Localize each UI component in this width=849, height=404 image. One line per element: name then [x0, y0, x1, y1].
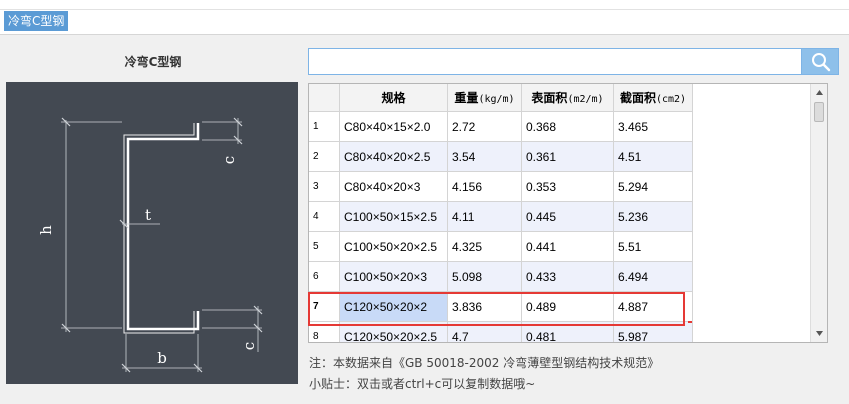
cell-weight[interactable]: 4.11 [448, 202, 522, 232]
row-number: 3 [309, 172, 340, 202]
header-weight-label: 重量 [454, 91, 479, 105]
cell-spec[interactable]: C100×50×15×2.5 [340, 202, 448, 232]
cell-spec[interactable]: C80×40×15×2.0 [340, 112, 448, 142]
cell-section[interactable]: 5.51 [614, 232, 693, 262]
cell-section[interactable]: 5.236 [614, 202, 693, 232]
cell-surface[interactable]: 0.445 [522, 202, 614, 232]
search-bar [308, 48, 839, 75]
label-c-bottom: c [240, 342, 258, 350]
cell-weight[interactable]: 4.156 [448, 172, 522, 202]
table-header: 规格 重量(kg/m) 表面积(m2/m) 截面积(cm2) [309, 84, 693, 114]
label-c-top: c [220, 156, 238, 164]
row-number: 6 [309, 262, 340, 292]
tab-cold-bent-c-steel[interactable]: 冷弯C型钢 [4, 11, 69, 31]
row-number: 5 [309, 232, 340, 262]
cell-weight[interactable]: 3.54 [448, 142, 522, 172]
cell-surface[interactable]: 0.368 [522, 112, 614, 142]
row-number: 2 [309, 142, 340, 172]
search-button[interactable] [801, 48, 839, 75]
cell-weight[interactable]: 2.72 [448, 112, 522, 142]
cell-spec[interactable]: C100×50×20×2.5 [340, 232, 448, 262]
highlight-marker [688, 321, 692, 323]
cell-surface[interactable]: 0.441 [522, 232, 614, 262]
table-row[interactable]: 2 C80×40×20×2.5 3.54 0.361 4.51 [309, 142, 693, 172]
c-profile-inner [123, 123, 195, 334]
table-row[interactable]: 4 C100×50×15×2.5 4.11 0.445 5.236 [309, 202, 693, 232]
tab-divider [0, 9, 849, 10]
header-surface-label: 表面积 [531, 91, 568, 105]
header-weight[interactable]: 重量(kg/m) [448, 84, 522, 112]
table-row[interactable]: 6 C100×50×20×3 5.098 0.433 6.494 [309, 262, 693, 292]
cell-surface[interactable]: 0.353 [522, 172, 614, 202]
row-number: 1 [309, 112, 340, 142]
cell-spec[interactable]: C100×50×20×3 [340, 262, 448, 292]
top-bar: 冷弯C型钢 [0, 0, 849, 35]
label-t: t [145, 206, 151, 224]
label-h: h [37, 225, 55, 235]
copy-tip: 小贴士：双击或者ctrl+c可以复制数据哦~ [309, 377, 536, 391]
header-section-label: 截面积 [619, 91, 656, 105]
data-source-note: 注：本数据来自《GB 50018-2002 冷弯薄壁型钢结构技术规范》 [309, 356, 660, 370]
row-number: 4 [309, 202, 340, 232]
cell-weight[interactable]: 4.325 [448, 232, 522, 262]
cell-spec[interactable]: C80×40×20×2.5 [340, 142, 448, 172]
cell-section[interactable]: 5.294 [614, 172, 693, 202]
scroll-up-icon[interactable] [811, 84, 828, 101]
c-profile-outline [126, 123, 200, 331]
vertical-scrollbar[interactable] [810, 84, 827, 342]
table-row[interactable]: 3 C80×40×20×3 4.156 0.353 5.294 [309, 172, 693, 202]
cell-section[interactable]: 3.465 [614, 112, 693, 142]
cell-weight[interactable]: 5.098 [448, 262, 522, 292]
table-row[interactable]: 1 C80×40×15×2.0 2.72 0.368 3.465 [309, 112, 693, 142]
cell-surface[interactable]: 0.361 [522, 142, 614, 172]
section-title: 冷弯C型钢 [124, 55, 182, 69]
search-icon [812, 53, 831, 72]
header-spec[interactable]: 规格 [340, 84, 448, 112]
cell-section[interactable]: 4.51 [614, 142, 693, 172]
header-weight-unit: (kg/m) [478, 94, 515, 105]
cell-spec[interactable]: C80×40×20×3 [340, 172, 448, 202]
header-surface-unit: (m2/m) [567, 94, 604, 105]
header-section[interactable]: 截面积(cm2) [614, 84, 693, 112]
selected-row-highlight [308, 292, 685, 326]
header-section-unit: (cm2) [655, 94, 687, 105]
scroll-thumb[interactable] [814, 102, 824, 122]
search-input[interactable] [308, 48, 802, 75]
header-surface[interactable]: 表面积(m2/m) [522, 84, 614, 112]
cell-section[interactable]: 6.494 [614, 262, 693, 292]
label-b: b [157, 349, 167, 367]
c-steel-diagram: h c c b t [6, 82, 298, 384]
scroll-down-icon[interactable] [811, 325, 828, 342]
header-rownum [309, 84, 340, 112]
table-row[interactable]: 5 C100×50×20×2.5 4.325 0.441 5.51 [309, 232, 693, 262]
cell-surface[interactable]: 0.433 [522, 262, 614, 292]
c-steel-drawing: h c c b t [37, 117, 263, 373]
